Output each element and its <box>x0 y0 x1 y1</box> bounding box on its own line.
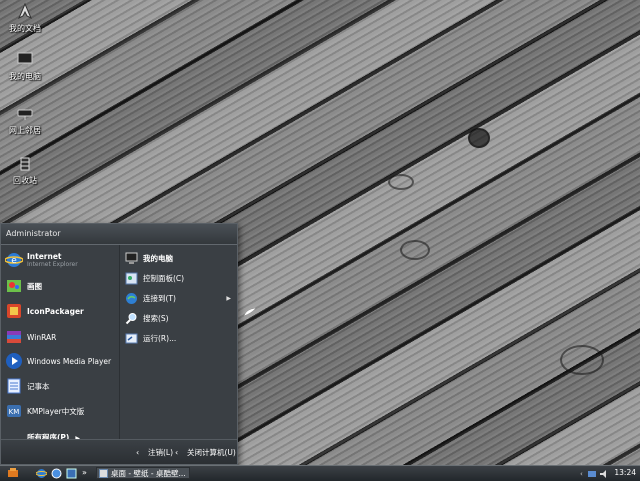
logoff-label: 注销(L) <box>148 448 174 457</box>
wood-knot <box>560 345 604 375</box>
media-player-icon <box>6 353 22 369</box>
start-item-label: 记事本 <box>27 381 50 391</box>
quick-launch-desktop-icon[interactable] <box>66 468 77 479</box>
start-menu-pinned-list: e Internet Internet Explorer 画图 IconPack… <box>1 245 118 441</box>
start-item-label: 画图 <box>27 281 42 291</box>
user-name: Administrator <box>6 229 61 238</box>
run-icon <box>125 333 138 343</box>
shutdown-label: 关闭计算机(U) <box>187 448 236 457</box>
desktop-icon-label: 回收站 <box>13 176 37 185</box>
start-item-my-computer[interactable]: 我的电脑 <box>125 249 235 267</box>
my-computer-icon <box>125 252 138 264</box>
start-item-label: 控制面板(C) <box>143 273 185 283</box>
start-item-label: Windows Media Player <box>27 356 112 366</box>
network-places-icon <box>17 109 33 120</box>
logoff-icon: ‹ <box>136 448 140 457</box>
paint-icon <box>7 280 21 292</box>
power-icon: ‹ <box>175 448 179 457</box>
start-menu-user-header: Administrator <box>1 224 237 245</box>
start-item-label: 搜索(S) <box>143 313 169 323</box>
start-menu-system-list: 我的电脑 控制面板(C) 连接到(T) ▶ 搜索(S) 运行(R)... <box>119 245 238 441</box>
mouse-cursor-icon <box>243 307 257 317</box>
start-item-run[interactable]: 运行(R)... <box>125 329 235 347</box>
window-icon <box>99 468 108 478</box>
kmplayer-icon: KM <box>7 405 21 417</box>
start-item-iconpackager[interactable]: IconPackager <box>5 300 84 322</box>
connect-to-icon <box>126 292 137 304</box>
wood-knot <box>400 240 430 260</box>
iconpackager-icon <box>7 304 21 318</box>
start-item-label: 连接到(T) <box>143 293 176 303</box>
quick-launch-more-icon[interactable]: » <box>82 468 93 479</box>
start-menu: Administrator e Internet Internet Explor… <box>0 223 238 465</box>
start-item-kmplayer[interactable]: KM KMPlayer中文版 <box>5 400 84 422</box>
desktop-icon-label: 我的电脑 <box>9 72 41 81</box>
svg-text:e: e <box>11 256 17 266</box>
svg-text:KM: KM <box>9 408 20 416</box>
start-item-label: WinRAR <box>27 332 57 342</box>
tray-arrow-icon[interactable]: ‹ <box>580 470 583 478</box>
clock[interactable]: 13:24 <box>614 468 636 477</box>
my-documents-icon <box>18 2 32 20</box>
quick-launch-browser-icon[interactable] <box>51 468 62 479</box>
start-item-label: 运行(R)... <box>143 333 177 343</box>
start-button[interactable] <box>8 468 18 478</box>
wood-knot <box>468 128 490 148</box>
desktop-icon-my-documents[interactable]: 我的文档 <box>0 2 50 34</box>
volume-icon[interactable] <box>599 469 608 479</box>
desktop-icon-label: 我的文档 <box>9 24 41 33</box>
wood-knot <box>388 174 414 190</box>
start-item-search[interactable]: 搜索(S) <box>125 309 235 327</box>
shutdown-button[interactable]: ‹ 关闭计算机(U) <box>175 447 236 458</box>
recycle-bin-icon <box>20 157 30 171</box>
start-item-notepad[interactable]: 记事本 <box>5 375 50 397</box>
network-status-icon[interactable] <box>587 469 597 479</box>
start-menu-footer: ‹ 注销(L) ‹ 关闭计算机(U) <box>1 439 237 464</box>
desktop-icon-my-computer[interactable]: 我的电脑 <box>0 50 50 82</box>
start-item-label: 我的电脑 <box>143 253 173 263</box>
desktop-icon-network[interactable]: 网上邻居 <box>0 104 50 136</box>
start-item-winrar[interactable]: WinRAR <box>5 326 56 348</box>
my-computer-icon <box>17 52 33 67</box>
start-item-internet[interactable]: e Internet Internet Explorer <box>5 249 78 271</box>
search-icon <box>125 312 137 324</box>
start-item-label: KMPlayer中文版 <box>27 406 85 416</box>
start-item-label: IconPackager <box>27 306 84 316</box>
control-panel-icon <box>125 272 138 284</box>
start-item-paint[interactable]: 画图 <box>5 275 42 297</box>
start-item-control-panel[interactable]: 控制面板(C) <box>125 269 235 287</box>
desktop-icon-label: 网上邻居 <box>9 126 41 135</box>
chevron-right-icon: ▶ <box>226 294 231 302</box>
quick-launch-ie-icon[interactable] <box>36 468 47 479</box>
start-item-media-player[interactable]: Windows Media Player <box>5 350 111 372</box>
notepad-icon <box>7 378 21 394</box>
taskbar-task-button[interactable]: 桌面 - 壁纸 - 桌酷壁... <box>96 467 190 479</box>
desktop-icon-recycle-bin[interactable]: 回收站 <box>0 154 50 186</box>
start-item-label: Internet <box>27 252 62 261</box>
taskbar-task-label: 桌面 - 壁纸 - 桌酷壁... <box>111 468 186 478</box>
logoff-button[interactable]: ‹ 注销(L) <box>136 447 173 458</box>
winrar-icon <box>7 331 21 343</box>
start-item-sublabel: Internet Explorer <box>27 261 78 268</box>
start-item-connect-to[interactable]: 连接到(T) ▶ <box>125 289 235 307</box>
taskbar: » 桌面 - 壁纸 - 桌酷壁... ‹ 13:24 <box>0 465 640 481</box>
internet-explorer-icon: e <box>5 253 23 267</box>
